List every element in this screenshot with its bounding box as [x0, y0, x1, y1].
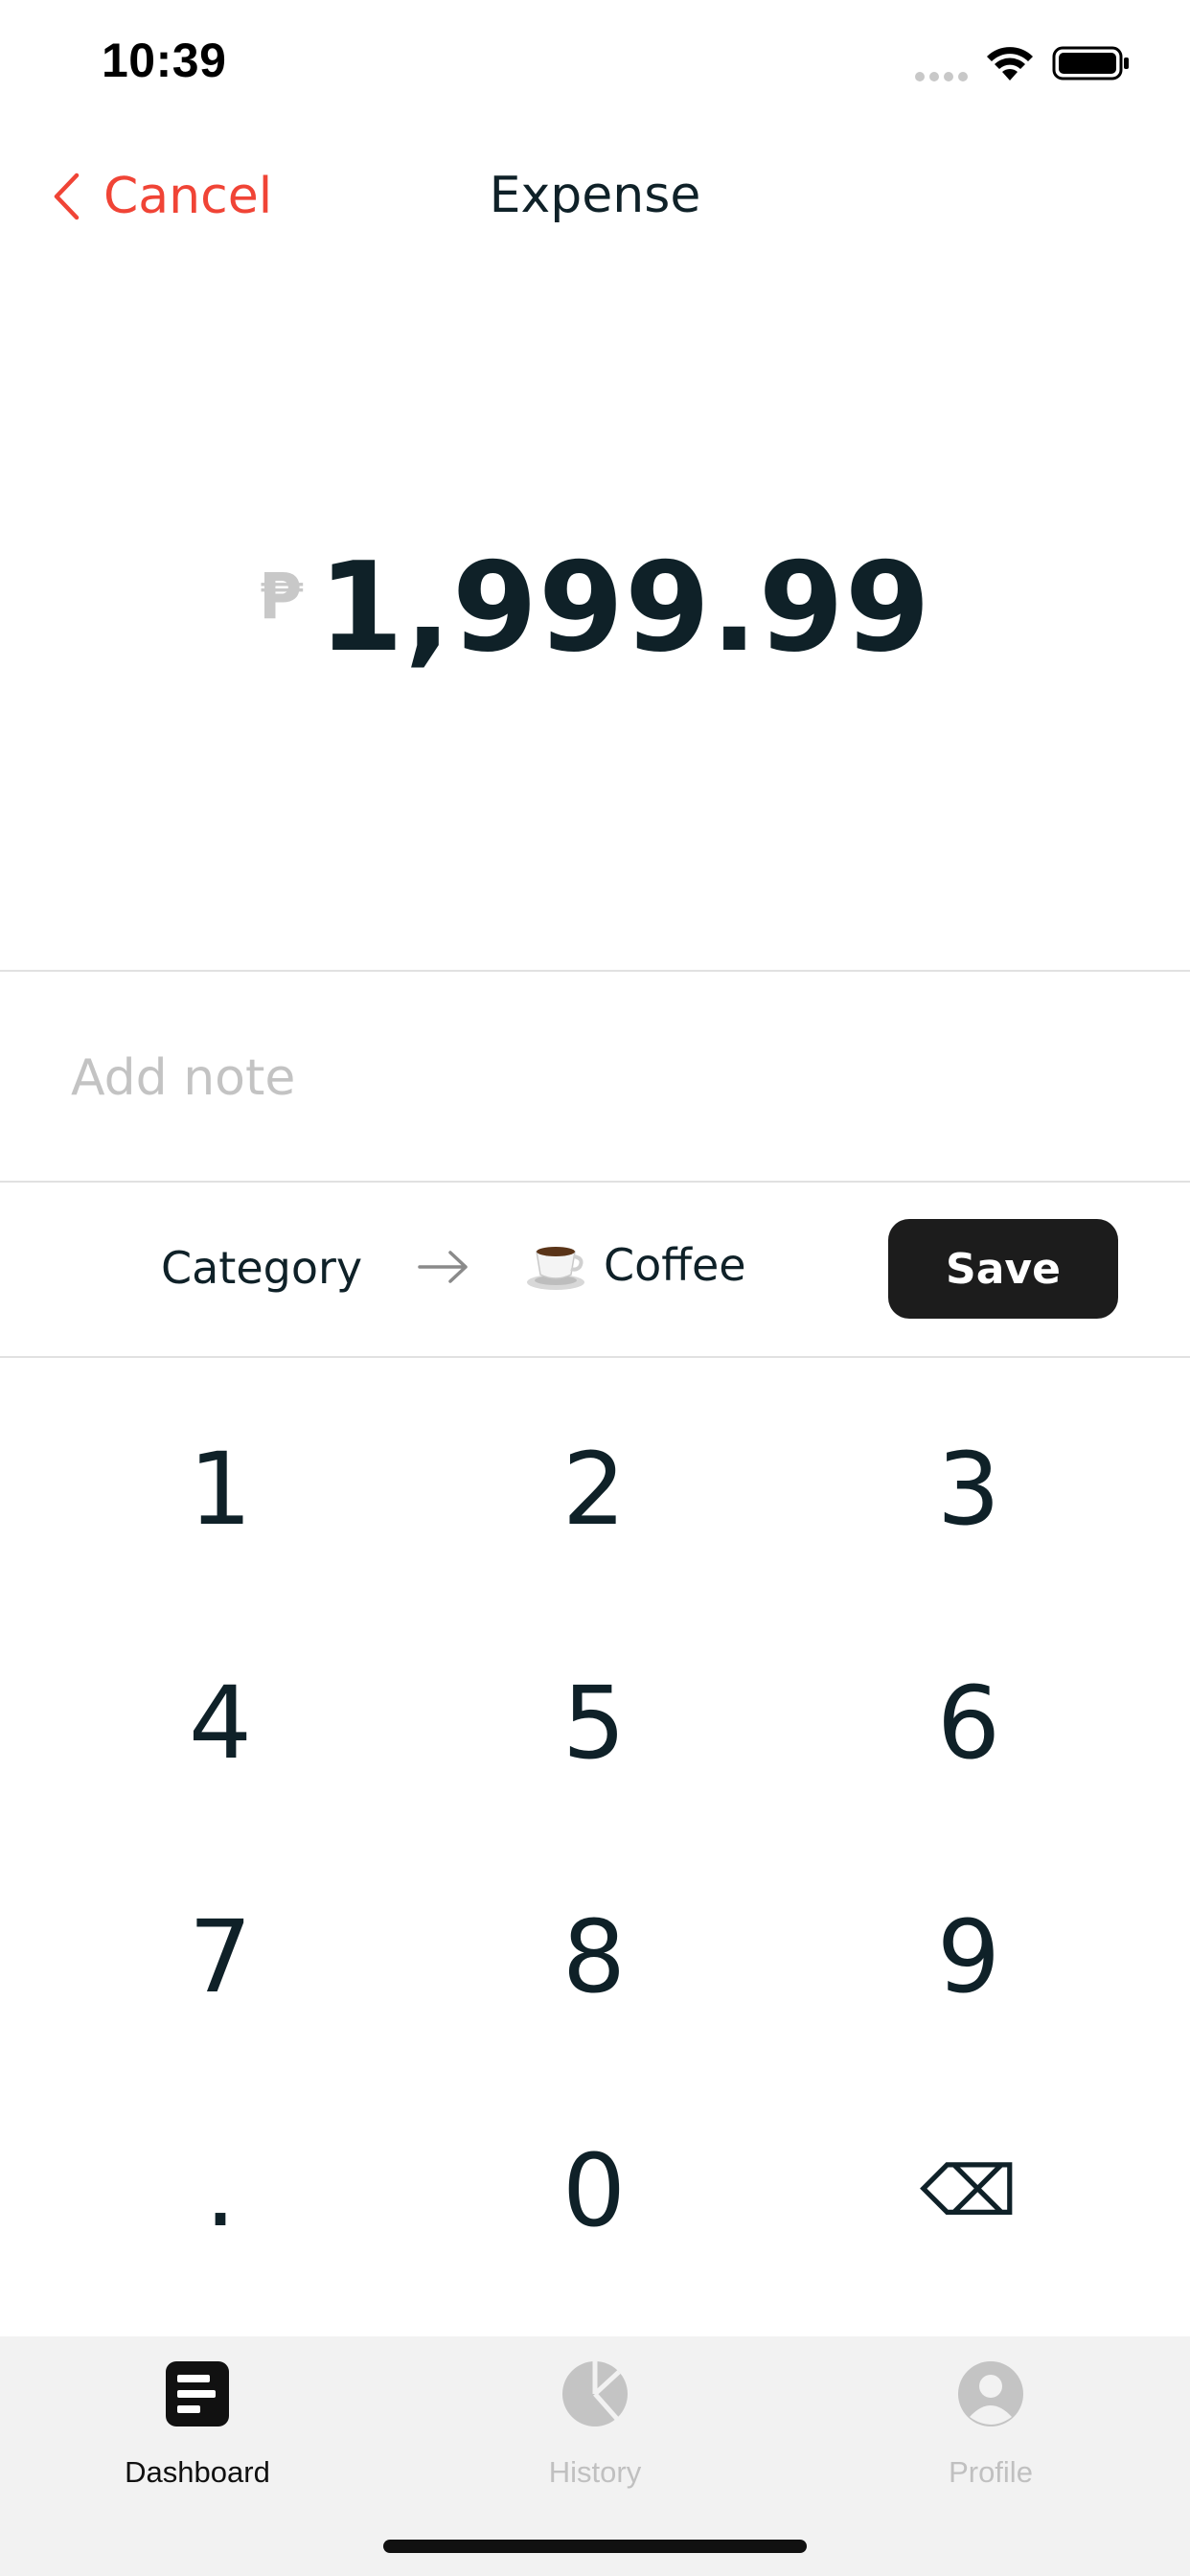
- chevron-left-icon: [54, 172, 80, 220]
- category-selector[interactable]: Coffee: [525, 1238, 746, 1292]
- coffee-cup-icon: [527, 1247, 584, 1290]
- tab-history[interactable]: History: [451, 2336, 739, 2499]
- key-2[interactable]: 2: [441, 1372, 747, 1606]
- nav-bar: Expense Cancel: [0, 144, 1190, 249]
- key-5[interactable]: 5: [441, 1606, 747, 1840]
- tab-label: Profile: [949, 2455, 1033, 2489]
- tab-label: Dashboard: [125, 2455, 270, 2489]
- tab-bar: Dashboard History Profile: [0, 2336, 1190, 2576]
- status-bar: 10:39: [0, 0, 1190, 126]
- key-1[interactable]: 1: [0, 1372, 441, 1606]
- divider: [0, 1356, 1190, 1358]
- cellular-signal-icon: [915, 72, 968, 81]
- category-name: Coffee: [604, 1239, 746, 1291]
- amount-display: ₱ 1,999.99: [0, 537, 1190, 679]
- status-time: 10:39: [102, 34, 227, 87]
- number-keypad: 1 2 3 4 5 6 7 8 9 . 0 ⌫: [0, 1372, 1190, 2308]
- category-label: Category: [161, 1242, 363, 1294]
- currency-symbol: ₱: [259, 560, 304, 633]
- key-7[interactable]: 7: [0, 1840, 441, 2074]
- key-8[interactable]: 8: [441, 1840, 747, 2074]
- key-3[interactable]: 3: [747, 1372, 1190, 1606]
- cancel-label: Cancel: [103, 168, 273, 225]
- dashboard-icon: [166, 2361, 229, 2426]
- save-button[interactable]: Save: [888, 1219, 1118, 1319]
- note-input[interactable]: [71, 1045, 1125, 1112]
- pie-chart-icon: [562, 2361, 628, 2426]
- wifi-icon: [987, 47, 1033, 80]
- cancel-button[interactable]: Cancel: [52, 163, 272, 230]
- amount-value: 1,999.99: [318, 537, 931, 679]
- key-4[interactable]: 4: [0, 1606, 441, 1840]
- key-9[interactable]: 9: [747, 1840, 1190, 2074]
- key-6[interactable]: 6: [747, 1606, 1190, 1840]
- tab-label: History: [548, 2455, 642, 2489]
- tab-dashboard[interactable]: Dashboard: [54, 2336, 341, 2499]
- profile-icon: [958, 2361, 1023, 2426]
- home-indicator[interactable]: [383, 2540, 807, 2553]
- key-0[interactable]: 0: [441, 2074, 747, 2308]
- category-row: Category Coffee Save: [0, 1183, 1190, 1357]
- backspace-icon: ⌫: [920, 2150, 1018, 2231]
- key-backspace[interactable]: ⌫: [747, 2074, 1190, 2308]
- divider: [0, 970, 1190, 972]
- key-decimal[interactable]: .: [0, 2074, 441, 2308]
- tab-profile[interactable]: Profile: [847, 2336, 1134, 2499]
- arrow-right-icon: [418, 1251, 468, 1283]
- battery-icon: [1052, 46, 1129, 80]
